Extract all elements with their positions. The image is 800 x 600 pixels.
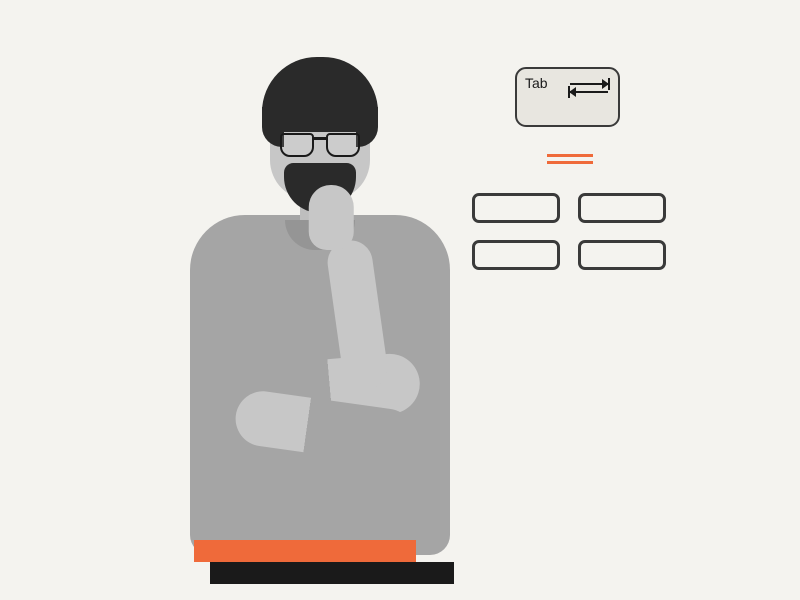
accent-bar-black (210, 562, 454, 584)
layout-box (472, 240, 560, 270)
layout-box (578, 240, 666, 270)
tab-key-label: Tab (525, 75, 548, 91)
tab-arrows-icon (570, 77, 608, 99)
person-hair (262, 57, 378, 132)
person-head (270, 75, 370, 200)
thinking-person-illustration (160, 30, 480, 590)
glasses-icon (280, 133, 360, 157)
accent-lines (547, 154, 593, 168)
tab-key: Tab (515, 67, 620, 127)
layout-boxes (472, 193, 666, 270)
layout-box (578, 193, 666, 223)
accent-bar-orange (194, 540, 416, 562)
layout-box (472, 193, 560, 223)
person-hand (309, 185, 354, 250)
